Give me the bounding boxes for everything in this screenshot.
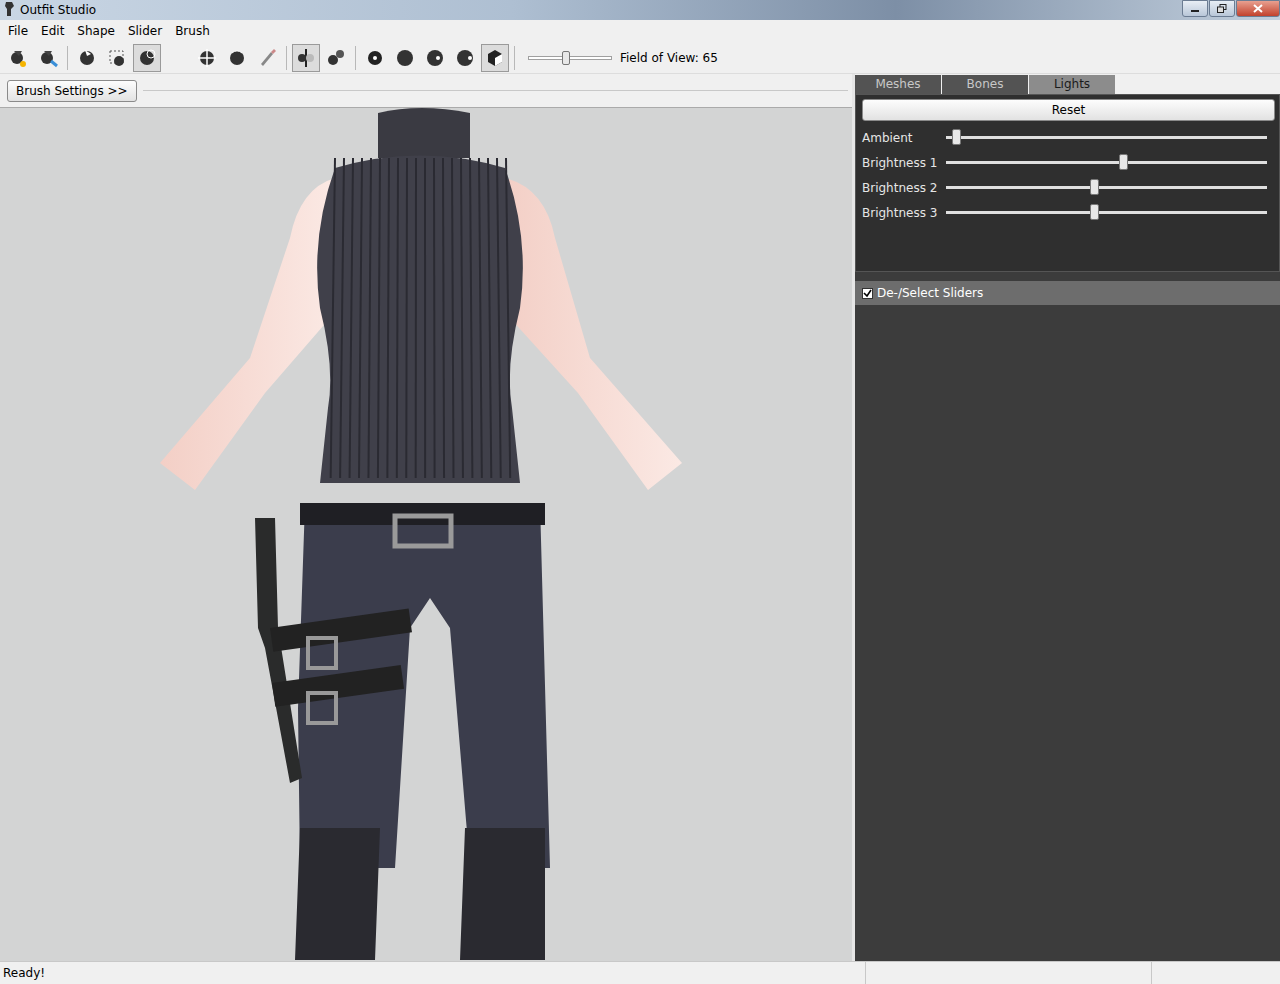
toolbar: Field of View: 65 (0, 42, 1280, 74)
fov-slider[interactable] (528, 56, 612, 60)
sliders-checkbox[interactable] (862, 288, 873, 299)
tool-button[interactable] (223, 44, 251, 72)
tool-button[interactable] (163, 44, 191, 72)
tool-button[interactable] (103, 44, 131, 72)
status-text: Ready! (0, 962, 866, 984)
menu-item[interactable]: Shape (71, 22, 122, 40)
tool-icon (365, 47, 385, 69)
main-area: Brush Settings >> MeshesBonesLights Reset A… (0, 74, 1280, 961)
app-icon (4, 1, 16, 20)
light-slider-label: Brightness 2 (862, 181, 946, 195)
fov-label: Field of View: 65 (620, 51, 718, 65)
tool-button[interactable] (4, 44, 32, 72)
divider (143, 90, 848, 91)
minimize-icon[interactable] (1182, 0, 1208, 17)
light-slider-row: Brightness 2 (862, 175, 1275, 200)
brush-settings-button[interactable]: Brush Settings >> (7, 80, 137, 102)
tool-button[interactable] (292, 44, 320, 72)
tool-button[interactable] (451, 44, 479, 72)
toolbar-separator (514, 46, 515, 70)
title-bar: Outfit Studio (0, 0, 1280, 20)
light-slider[interactable] (946, 161, 1267, 164)
fov-slider-thumb[interactable] (562, 51, 570, 65)
check-icon (863, 289, 872, 298)
light-slider-row: Brightness 1 (862, 150, 1275, 175)
tool-icon (425, 47, 445, 69)
sliders-header-label: De-/Select Sliders (877, 286, 983, 300)
tool-icon (137, 47, 157, 69)
tool-icon (257, 47, 277, 69)
light-slider-label: Brightness 1 (862, 156, 946, 170)
light-slider[interactable] (946, 211, 1267, 214)
tool-button[interactable] (481, 44, 509, 72)
viewport-column: Brush Settings >> (0, 74, 852, 961)
tool-icon (296, 47, 316, 69)
panel-tab[interactable]: Meshes (855, 75, 941, 94)
reset-button[interactable]: Reset (862, 99, 1275, 121)
panel-gap (855, 272, 1280, 281)
panel-tab[interactable]: Bones (942, 75, 1028, 94)
model-view[interactable] (0, 108, 852, 961)
sliders-header: De-/Select Sliders (855, 281, 1280, 305)
light-slider-thumb[interactable] (1119, 154, 1128, 170)
tool-button[interactable] (253, 44, 281, 72)
status-bar: Ready! (0, 961, 1280, 984)
tool-button[interactable] (133, 44, 161, 72)
light-slider-thumb[interactable] (1090, 204, 1099, 220)
toolbar-separator (355, 46, 356, 70)
close-icon[interactable] (1236, 0, 1280, 17)
tool-icon (38, 47, 58, 69)
tool-icon (197, 47, 217, 69)
light-slider[interactable] (946, 136, 1267, 139)
menu-item[interactable]: Slider (122, 22, 169, 40)
tool-button[interactable] (361, 44, 389, 72)
panel-tab[interactable]: Lights (1029, 75, 1115, 94)
tool-icon (107, 47, 127, 69)
window-title: Outfit Studio (20, 3, 96, 17)
lights-panel: Reset Ambient Brightness 1 Brightness 2 Brig… (855, 94, 1280, 272)
tool-button[interactable] (73, 44, 101, 72)
tool-icon (455, 47, 475, 69)
menu-item[interactable]: Brush (169, 22, 217, 40)
light-slider-label: Brightness 3 (862, 206, 946, 220)
restore-icon[interactable] (1209, 0, 1235, 17)
toolbar-separator (286, 46, 287, 70)
side-panel: MeshesBonesLights Reset Ambient Brightness … (855, 74, 1280, 961)
tool-icon (8, 47, 28, 69)
tool-icon (485, 47, 505, 69)
light-slider-thumb[interactable] (952, 129, 961, 145)
light-slider-label: Ambient (862, 131, 946, 145)
light-slider-thumb[interactable] (1090, 179, 1099, 195)
tool-button[interactable] (421, 44, 449, 72)
tool-icon (227, 47, 247, 69)
fov-control: Field of View: 65 (528, 51, 718, 65)
window-controls (1182, 0, 1280, 17)
tool-button[interactable] (34, 44, 62, 72)
tool-icon (326, 47, 346, 69)
light-slider[interactable] (946, 186, 1267, 189)
menu-bar: FileEditShapeSliderBrush (0, 20, 1280, 42)
sliders-list (855, 305, 1280, 961)
panel-tabs: MeshesBonesLights (855, 74, 1280, 94)
tool-icon (77, 47, 97, 69)
model-figure (0, 108, 852, 960)
light-slider-row: Brightness 3 (862, 200, 1275, 225)
brush-settings-row: Brush Settings >> (0, 74, 852, 108)
toolbar-separator (67, 46, 68, 70)
status-cell (866, 962, 1152, 984)
menu-item[interactable]: File (2, 22, 35, 40)
tool-icon (395, 47, 415, 69)
tool-icon (167, 47, 187, 69)
tool-button[interactable] (391, 44, 419, 72)
tool-button[interactable] (322, 44, 350, 72)
menu-item[interactable]: Edit (35, 22, 71, 40)
tool-button[interactable] (193, 44, 221, 72)
light-slider-row: Ambient (862, 125, 1275, 150)
